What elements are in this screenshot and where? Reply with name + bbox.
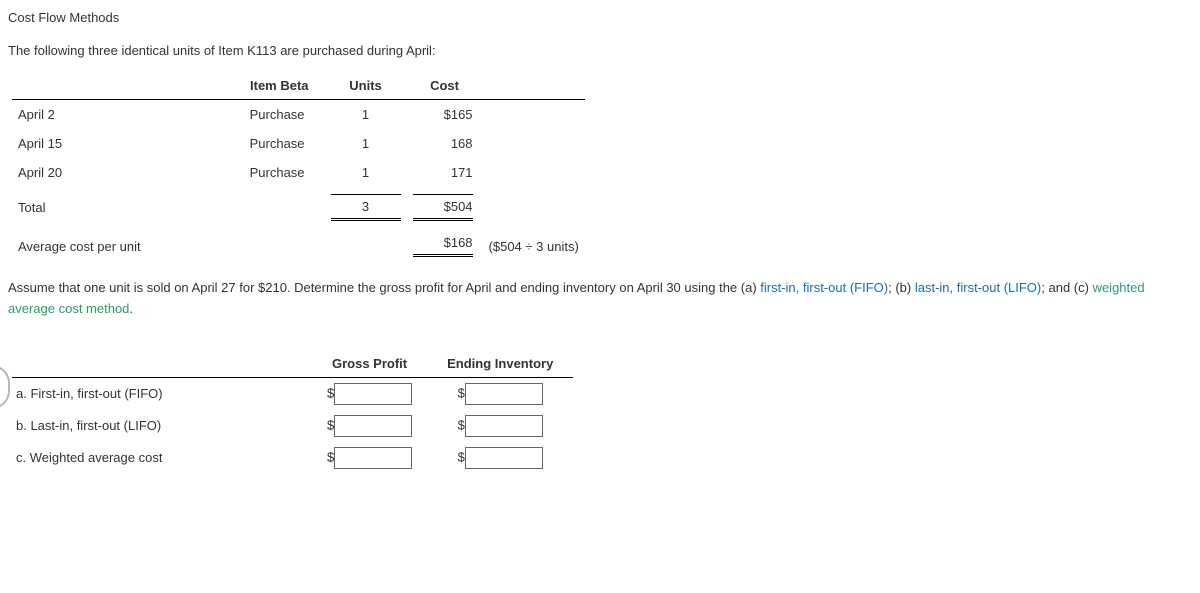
q-end: . <box>129 301 133 316</box>
answer-table: Gross Profit Ending Inventory a. First-i… <box>12 350 573 474</box>
answer-row-lifo: b. Last-in, first-out (LIFO) $ $ <box>12 410 573 442</box>
purchase-units: 1 <box>325 100 407 130</box>
fifo-ending-inventory-input[interactable] <box>465 383 543 405</box>
purchase-desc: Purchase <box>234 158 325 187</box>
purchase-desc: Purchase <box>234 129 325 158</box>
col-cost: Cost <box>407 72 483 100</box>
intro-text: The following three identical units of I… <box>8 43 1192 58</box>
purchase-cost: $165 <box>407 100 483 130</box>
total-units: 3 <box>331 194 401 214</box>
purchase-table: Item Beta Units Cost April 2 Purchase 1 … <box>12 72 585 264</box>
table-row: April 15 Purchase 1 168 <box>12 129 585 158</box>
purchase-cost: 171 <box>407 158 483 187</box>
method-label: b. Last-in, first-out (LIFO) <box>12 410 312 442</box>
total-cost: $504 <box>413 194 473 214</box>
currency-symbol: $ <box>458 417 465 432</box>
purchase-date: April 20 <box>12 158 234 187</box>
total-label: Total <box>12 187 234 228</box>
purchase-date: April 2 <box>12 100 234 130</box>
purchase-date: April 15 <box>12 129 234 158</box>
q-sep1: ; (b) <box>888 280 915 295</box>
currency-symbol: $ <box>458 385 465 400</box>
wac-ending-inventory-input[interactable] <box>465 447 543 469</box>
avg-row: Average cost per unit $168 ($504 ÷ 3 uni… <box>12 228 585 264</box>
q-part1: Assume that one unit is sold on April 27… <box>8 280 760 295</box>
method-label: c. Weighted average cost <box>12 442 312 474</box>
method-label: a. First-in, first-out (FIFO) <box>12 377 312 410</box>
fifo-gross-profit-input[interactable] <box>334 383 412 405</box>
lifo-ending-inventory-input[interactable] <box>465 415 543 437</box>
lifo-gross-profit-input[interactable] <box>334 415 412 437</box>
hint-icon[interactable] <box>0 365 10 409</box>
col-ending-inventory: Ending Inventory <box>427 350 573 378</box>
purchase-units: 1 <box>325 158 407 187</box>
currency-symbol: $ <box>327 385 334 400</box>
question-text: Assume that one unit is sold on April 27… <box>8 278 1192 320</box>
purchase-cost: 168 <box>407 129 483 158</box>
answer-row-fifo: a. First-in, first-out (FIFO) $ $ <box>12 377 573 410</box>
currency-symbol: $ <box>327 417 334 432</box>
currency-symbol: $ <box>327 449 334 464</box>
wac-gross-profit-input[interactable] <box>334 447 412 469</box>
col-units: Units <box>325 72 407 100</box>
avg-calc: ($504 ÷ 3 units) <box>483 228 585 264</box>
answer-row-wac: c. Weighted average cost $ $ <box>12 442 573 474</box>
col-gross-profit: Gross Profit <box>312 350 427 378</box>
avg-label: Average cost per unit <box>12 228 325 264</box>
col-item-beta: Item Beta <box>234 72 325 100</box>
purchase-desc: Purchase <box>234 100 325 130</box>
avg-cost: $168 <box>413 235 473 250</box>
table-row: April 2 Purchase 1 $165 <box>12 100 585 130</box>
q-fifo: first-in, first-out (FIFO) <box>760 280 888 295</box>
total-row: Total 3 $504 <box>12 187 585 228</box>
q-sep2: ; and (c) <box>1041 280 1092 295</box>
page-title: Cost Flow Methods <box>8 10 1192 25</box>
table-row: April 20 Purchase 1 171 <box>12 158 585 187</box>
currency-symbol: $ <box>458 449 465 464</box>
purchase-units: 1 <box>325 129 407 158</box>
q-lifo: last-in, first-out (LIFO) <box>915 280 1041 295</box>
